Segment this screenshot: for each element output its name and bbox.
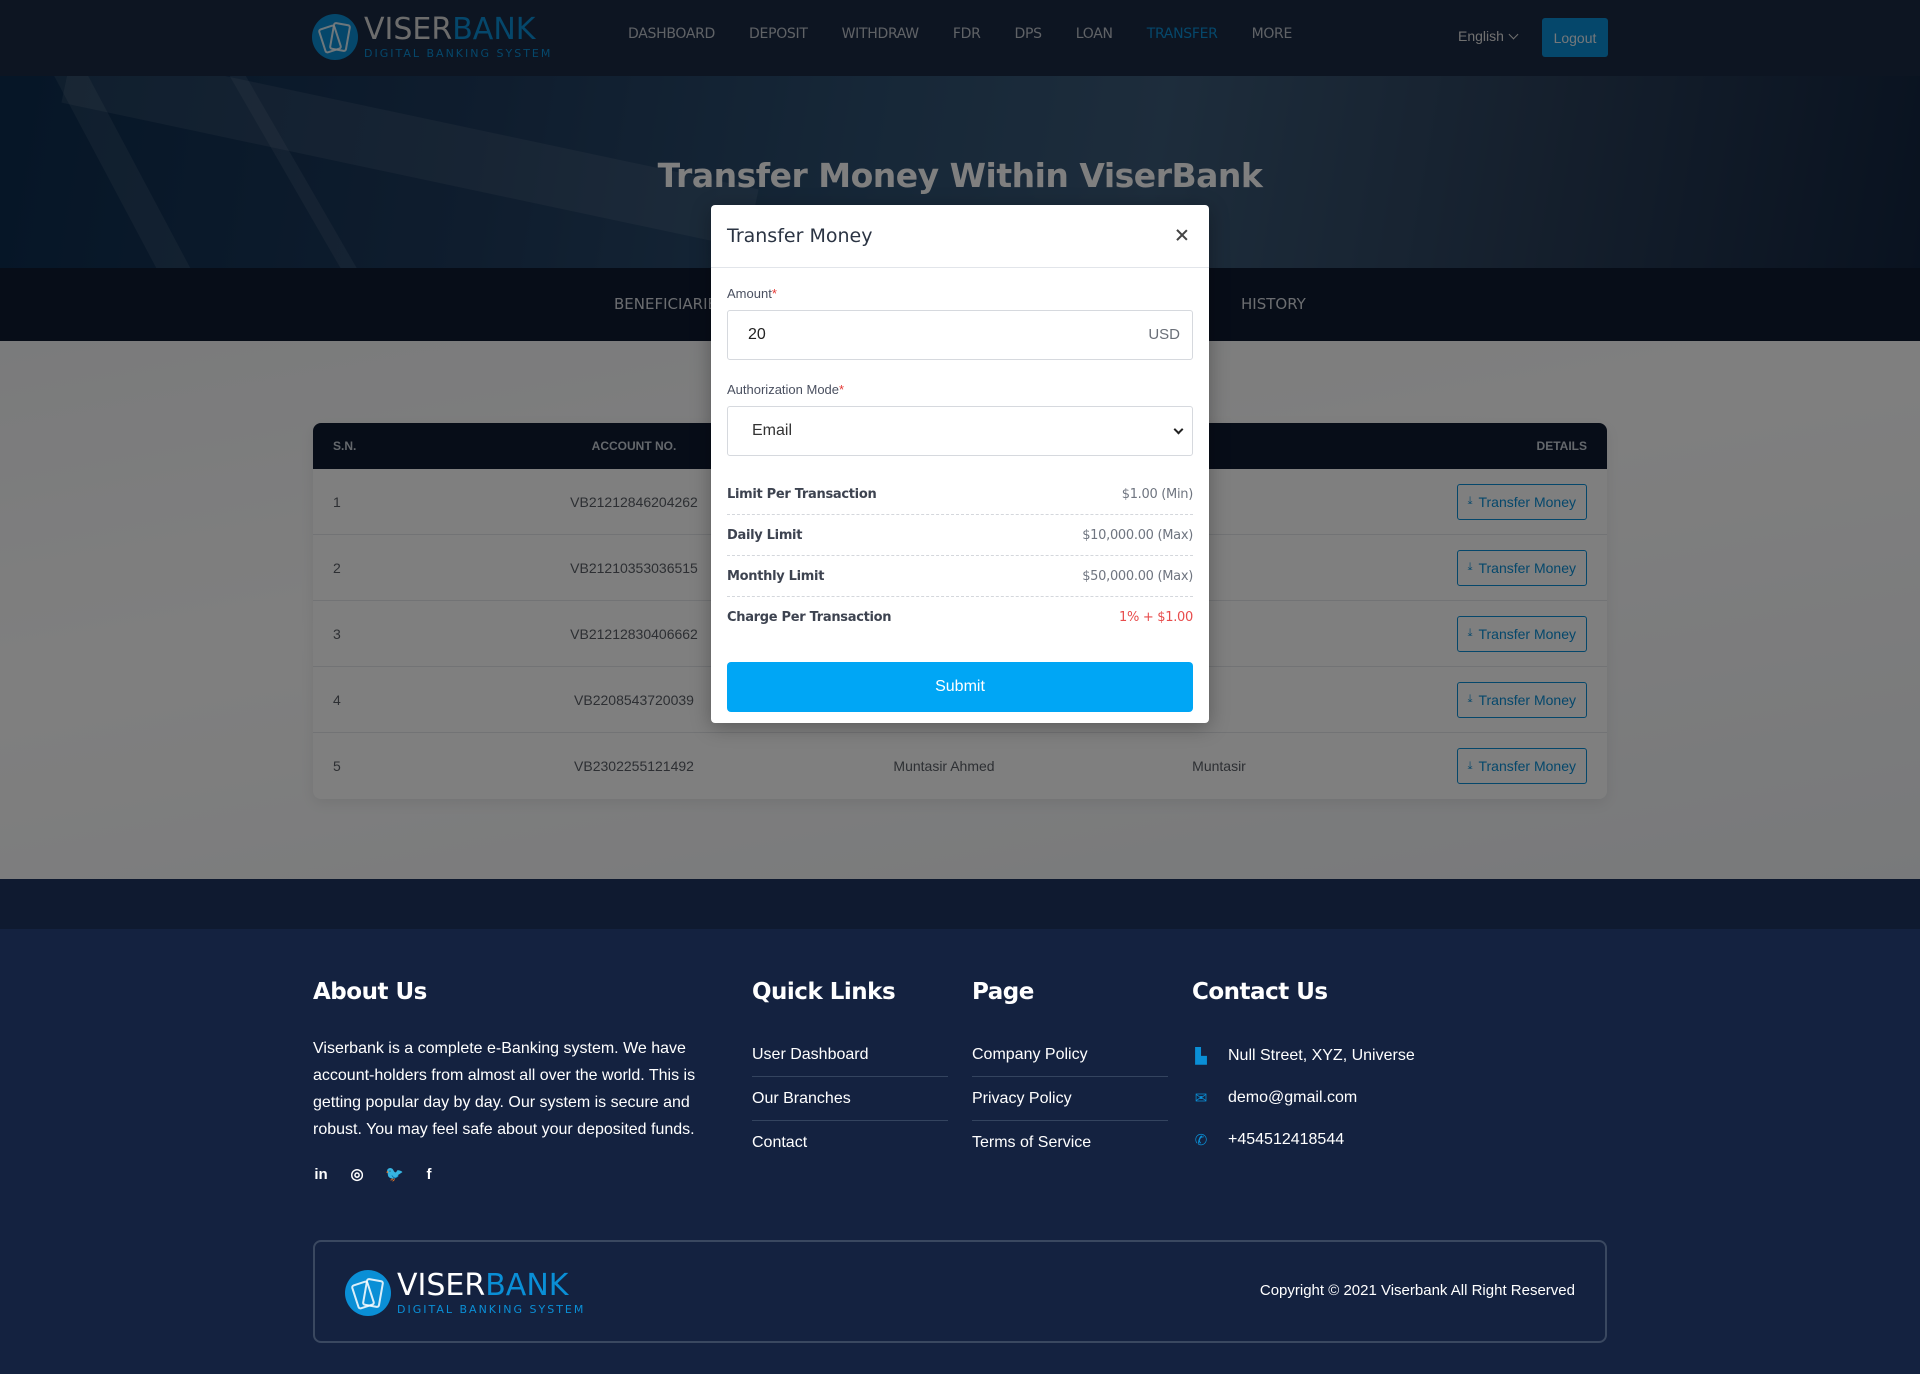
amount-label: Amount* — [727, 286, 777, 301]
link-our-branches[interactable]: Our Branches — [752, 1077, 948, 1121]
link-company-policy[interactable]: Company Policy — [972, 1033, 1168, 1077]
email-text: demo@gmail.com — [1228, 1089, 1358, 1106]
logo-tagline: DIGITAL BANKING SYSTEM — [397, 1302, 586, 1316]
copyright: Copyright © 2021 Viserbank All Right Res… — [1259, 1282, 1575, 1299]
amount-field-wrap: USD — [727, 310, 1193, 360]
link-user-dashboard[interactable]: User Dashboard — [752, 1033, 948, 1077]
logo-brand-blue: BANK — [485, 1267, 569, 1303]
footer-page: Page Company Policy Privacy Policy Terms… — [972, 979, 1168, 1165]
limit-row: Limit Per Transaction $1.00 (Min) — [727, 474, 1193, 515]
chevron-down-icon — [1173, 424, 1184, 434]
logo-icon — [345, 1270, 391, 1316]
about-title: About Us — [313, 979, 427, 1005]
linkedin-icon[interactable]: in — [313, 1166, 329, 1183]
about-text: Viserbank is a complete e-Banking system… — [313, 1040, 696, 1138]
modal-title: Transfer Money — [727, 225, 873, 247]
contact-address: ▙ Null Street, XYZ, Universe — [1192, 1035, 1415, 1077]
address-text: Null Street, XYZ, Universe — [1228, 1047, 1415, 1064]
footer: About Us Viserbank is a complete e-Banki… — [0, 929, 1920, 1374]
close-icon[interactable] — [1171, 225, 1193, 247]
limits-list: Limit Per Transaction $1.00 (Min) Daily L… — [727, 474, 1193, 638]
footer-quick-links: Quick Links User Dashboard Our Branches … — [752, 979, 948, 1165]
auth-mode-label: Authorization Mode* — [727, 382, 845, 397]
facebook-icon[interactable]: f — [421, 1166, 437, 1183]
section-divider — [0, 879, 1920, 929]
transfer-modal: Transfer Money Amount* USD Authorization… — [711, 205, 1209, 723]
auth-mode-value: Email — [752, 422, 793, 439]
phone-icon: ✆ — [1194, 1132, 1208, 1149]
quick-links-title: Quick Links — [752, 979, 896, 1005]
envelope-icon: ✉ — [1194, 1090, 1208, 1107]
instagram-icon[interactable]: ◎ — [349, 1165, 365, 1183]
contact-phone[interactable]: ✆ +454512418544 — [1192, 1119, 1415, 1161]
twitter-icon[interactable]: 🐦 — [385, 1165, 404, 1183]
footer-bottom: VISERBANK DIGITAL BANKING SYSTEM Copyrig… — [313, 1240, 1607, 1343]
auth-mode-select[interactable]: Email — [727, 406, 1193, 456]
limit-row: Charge Per Transaction 1% + $1.00 — [727, 610, 1193, 625]
social-links: in ◎ 🐦 f — [313, 1165, 708, 1184]
limit-row: Monthly Limit $50,000.00 (Max) — [727, 556, 1193, 597]
phone-text: +454512418544 — [1228, 1131, 1345, 1148]
footer-logo[interactable]: VISERBANK DIGITAL BANKING SYSTEM — [345, 1268, 585, 1318]
contact-title: Contact Us — [1192, 979, 1328, 1005]
map-icon: ▙ — [1195, 1048, 1207, 1065]
limit-row: Daily Limit $10,000.00 (Max) — [727, 515, 1193, 556]
amount-input[interactable] — [728, 311, 1192, 359]
link-contact[interactable]: Contact — [752, 1121, 948, 1165]
footer-contact: Contact Us ▙ Null Street, XYZ, Universe ✉… — [1192, 979, 1415, 1161]
page-links-title: Page — [972, 979, 1034, 1005]
contact-email[interactable]: ✉ demo@gmail.com — [1192, 1077, 1415, 1119]
logo-brand-white: VISER — [397, 1267, 486, 1303]
link-privacy-policy[interactable]: Privacy Policy — [972, 1077, 1168, 1121]
submit-button[interactable]: Submit — [727, 662, 1193, 712]
currency-unit: USD — [1148, 326, 1180, 343]
modal-header: Transfer Money — [711, 205, 1209, 268]
link-terms-of-service[interactable]: Terms of Service — [972, 1121, 1168, 1165]
footer-about: About Us Viserbank is a complete e-Banki… — [313, 979, 708, 1183]
